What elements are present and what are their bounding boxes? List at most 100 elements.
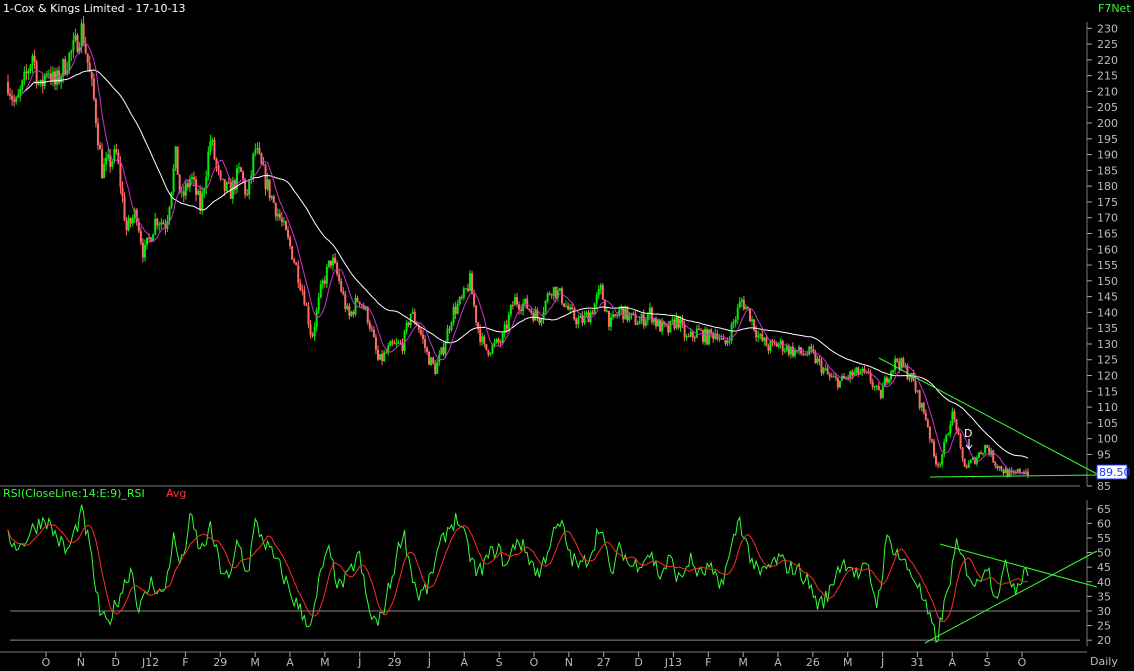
candle-body — [82, 23, 85, 45]
candle-body — [487, 350, 490, 355]
candle-body — [237, 167, 240, 169]
candle-body — [495, 339, 498, 343]
candle-body — [550, 294, 553, 296]
price-tick-label: 140 — [1097, 306, 1118, 319]
candle-body — [640, 314, 643, 321]
candle-body — [211, 139, 214, 142]
candle-body — [728, 340, 731, 342]
candle-body — [129, 218, 132, 224]
candle-body — [718, 338, 721, 340]
candle-body — [552, 286, 555, 296]
candle-body — [591, 312, 594, 314]
candle-body — [562, 303, 565, 307]
candle-body — [143, 244, 146, 258]
candle-body — [704, 329, 707, 343]
candle-body — [70, 50, 73, 54]
candle-body — [630, 313, 633, 316]
candle-body — [722, 338, 725, 340]
candle-body — [325, 266, 328, 284]
candle-body — [843, 375, 846, 379]
price-tick-label: 125 — [1097, 354, 1118, 367]
candle-body — [857, 367, 860, 375]
candle-body — [701, 330, 704, 343]
candle-body — [338, 274, 341, 281]
price-tick-label: 155 — [1097, 259, 1118, 272]
stock-chart[interactable]: 1-Cox & Kings Limited - 17-10-13 F7Net 8… — [0, 0, 1134, 671]
x-tick-label: J13 — [664, 656, 682, 669]
candle-body — [319, 284, 322, 298]
candle-body — [287, 229, 290, 238]
candle-body — [560, 288, 563, 304]
candle-body — [481, 336, 484, 343]
candle-body — [540, 319, 543, 324]
candle-body — [720, 338, 723, 340]
candle-body — [156, 218, 159, 226]
candle-body — [217, 165, 220, 171]
price-tick-label: 115 — [1097, 385, 1118, 398]
candle-body — [524, 298, 527, 304]
candle-body — [546, 293, 549, 301]
candle-body — [599, 285, 602, 290]
candle-body — [888, 379, 891, 383]
candle-body — [111, 161, 114, 167]
candle-body — [139, 231, 142, 243]
candle-body — [597, 289, 600, 296]
price-tick-label: 165 — [1097, 227, 1118, 240]
candle-body — [939, 464, 942, 466]
candle-body — [654, 318, 657, 327]
candle-body — [710, 329, 713, 333]
candle-body — [783, 350, 786, 352]
candle-body — [381, 354, 384, 361]
x-tick-label: S — [496, 656, 503, 669]
candle-body — [483, 336, 486, 345]
candle-body — [272, 196, 275, 203]
candle-body — [340, 280, 343, 292]
candle-body — [121, 187, 124, 197]
candle-body — [423, 339, 426, 348]
price-tick-label: 190 — [1097, 149, 1118, 162]
candle-body — [869, 373, 872, 382]
candle-body — [836, 377, 839, 388]
candle-body — [1002, 470, 1005, 474]
brand-label: F7Net — [1098, 2, 1131, 15]
candle-body — [182, 191, 185, 196]
candle-body — [515, 297, 518, 305]
x-tick-label: O — [530, 656, 539, 669]
candle-body — [749, 308, 752, 322]
candle-body — [137, 222, 140, 232]
candle-body — [507, 314, 510, 329]
candle-body — [434, 363, 437, 374]
candle-body — [76, 35, 79, 53]
candle-body — [855, 367, 858, 373]
candle-body — [746, 306, 749, 309]
candle-body — [509, 305, 512, 315]
candle-body — [266, 179, 269, 190]
candle-body — [207, 151, 210, 177]
candle-body — [64, 59, 67, 75]
price-tick-label: 180 — [1097, 180, 1118, 193]
candle-body — [31, 55, 34, 66]
candle-body — [35, 61, 38, 85]
candle-body — [577, 317, 580, 325]
candle-body — [883, 377, 886, 387]
candle-body — [892, 369, 895, 373]
candle-body — [405, 322, 408, 332]
candle-body — [834, 376, 837, 378]
candle-body — [21, 80, 24, 90]
candle-body — [154, 218, 157, 235]
candle-body — [242, 171, 245, 180]
candle-body — [19, 89, 22, 95]
candle-body — [311, 334, 314, 337]
candle-body — [769, 341, 772, 351]
candle-body — [33, 55, 36, 62]
candle-body — [916, 390, 919, 392]
candle-body — [170, 192, 173, 208]
candle-body — [80, 23, 83, 48]
candle-body — [276, 213, 279, 217]
price-tick-label: 215 — [1097, 70, 1118, 83]
candle-body — [176, 146, 179, 175]
candle-body — [849, 371, 852, 379]
candle-body — [804, 354, 807, 356]
candle-body — [736, 307, 739, 320]
candle-body — [554, 286, 557, 299]
